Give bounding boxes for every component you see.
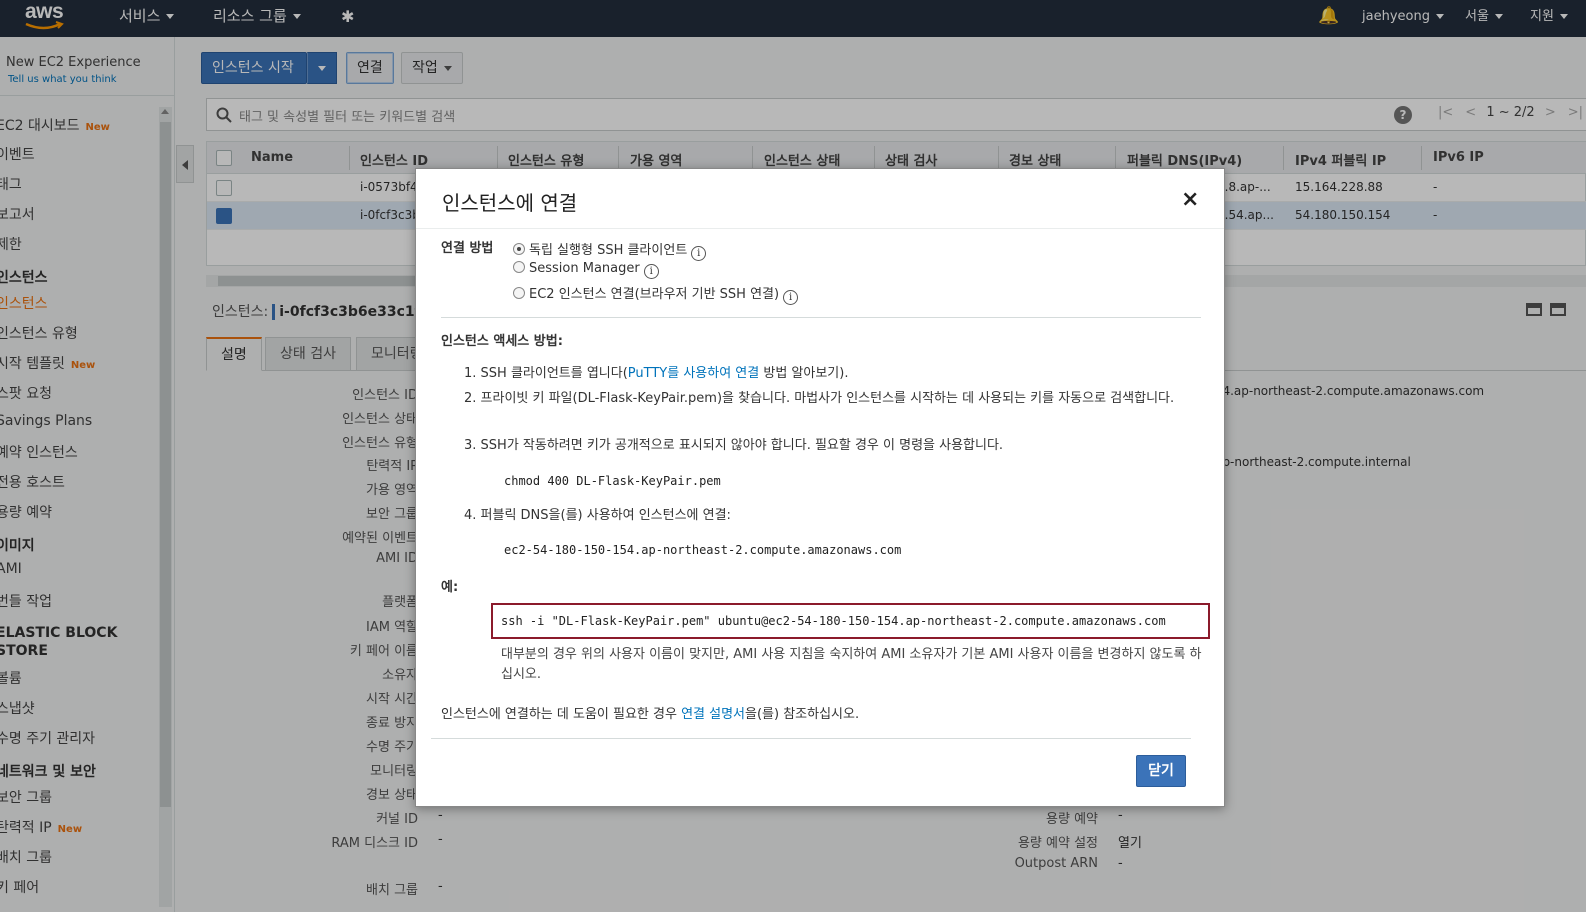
public-dns-text: ec2-54-180-150-154.ap-northeast-2.comput… [504, 543, 902, 557]
radio-unselected[interactable] [513, 261, 525, 273]
info-icon[interactable]: i [691, 246, 707, 261]
username-note: 대부분의 경우 위의 사용자 이름이 맞지만, AMI 사용 지침을 숙지하여 … [501, 647, 1202, 682]
step-3: 3. SSH가 작동하려면 키가 공개적으로 표시되지 않아야 합니다. 필요할… [464, 438, 1004, 453]
help-text: 인스턴스에 연결하는 데 도움이 필요한 경우 연결 설명서을(를) 참조하십시… [441, 707, 860, 722]
connect-instance-dialog: 인스턴스에 연결 × 연결 방법 독립 실행형 SSH 클라이언트 i Sessi… [415, 168, 1225, 807]
info-icon[interactable]: i [783, 290, 799, 305]
step-4: 4. 퍼블릭 DNS을(를) 사용하여 인스턴스에 연결: [464, 508, 731, 523]
step-2: 2. 프라이빗 키 파일(DL-Flask-KeyPair.pem)을 찾습니다… [464, 391, 1175, 406]
access-instructions-title: 인스턴스 액세스 방법: [441, 334, 563, 349]
ssh-command-box[interactable]: ssh -i "DL-Flask-KeyPair.pem" ubuntu@ec2… [491, 603, 1210, 639]
radio-selected[interactable] [513, 243, 525, 255]
divider [416, 228, 1224, 229]
step-1: 1. SSH 클라이언트를 엽니다(PuTTY를 사용하여 연결 방법 알아보기… [464, 366, 849, 381]
example-label: 예: [441, 580, 459, 595]
info-icon[interactable]: i [643, 264, 659, 279]
method-instance-connect[interactable]: EC2 인스턴스 연결(브라우저 기반 SSH 연결) i [513, 283, 799, 305]
close-button[interactable]: 닫기 [1136, 755, 1186, 787]
divider [431, 738, 1191, 739]
divider [441, 317, 1201, 318]
dialog-title: 인스턴스에 연결 [442, 191, 578, 215]
close-icon[interactable]: × [1181, 189, 1199, 211]
radio-unselected[interactable] [513, 287, 525, 299]
connection-guide-link[interactable]: 연결 설명서 [681, 707, 745, 722]
method-session-manager[interactable]: Session Manager i [513, 261, 659, 279]
method-ssh-client[interactable]: 독립 실행형 SSH 클라이언트 i [513, 239, 707, 261]
ssh-command: ssh -i "DL-Flask-KeyPair.pem" ubuntu@ec2… [501, 614, 1166, 628]
putty-link[interactable]: PuTTY를 사용하여 연결 [628, 366, 759, 381]
connection-method-label: 연결 방법 [441, 241, 494, 256]
chmod-command: chmod 400 DL-Flask-KeyPair.pem [504, 474, 721, 488]
